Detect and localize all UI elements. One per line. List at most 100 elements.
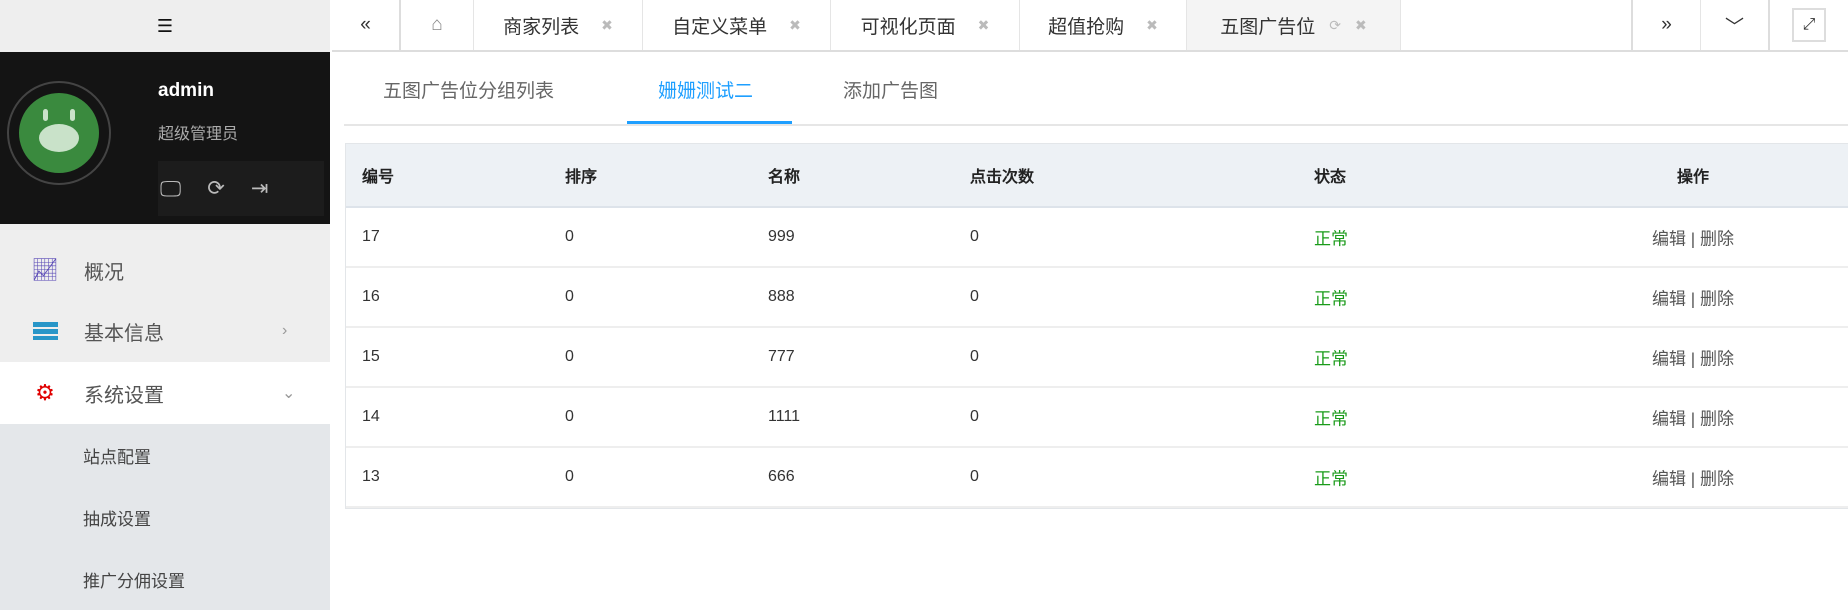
tab-label: 超值抢购 <box>1048 16 1125 38</box>
cell-clicks: 0 <box>970 408 979 425</box>
table-row: 15 0 777 0 正常 编辑 | 删除 <box>346 328 1848 388</box>
delete-link[interactable]: 删除 <box>1700 230 1734 249</box>
sidebar-item-label: 基本信息 <box>84 322 164 345</box>
menu-collapse-icon: ☰ <box>156 15 174 36</box>
edit-link[interactable]: 编辑 <box>1652 230 1686 249</box>
sub-tabs: 五图广告位分组列表 姗姗测试二 添加广告图 <box>344 60 1848 126</box>
actions: 编辑 | 删除 <box>1652 285 1734 310</box>
logout-icon[interactable]: ⇥ <box>251 176 269 201</box>
tab-label: 五图广告位 <box>1220 16 1316 38</box>
status-badge: 正常 <box>1314 289 1348 309</box>
tab-five-image-ad[interactable]: 五图广告位 ⟳ ✖ <box>1187 0 1401 50</box>
close-icon[interactable]: ✖ <box>1355 17 1367 34</box>
chart-line-icon: 📈︎ <box>31 257 59 282</box>
refresh-icon[interactable]: ⟳ <box>207 176 225 201</box>
cell-name: 777 <box>768 348 795 365</box>
sidebar-item-basic-info[interactable]: 基本信息 › <box>0 300 330 362</box>
edit-link[interactable]: 编辑 <box>1652 350 1686 369</box>
refresh-icon[interactable]: ⟳ <box>1329 17 1341 34</box>
scroll-right-button[interactable]: » <box>1631 0 1701 50</box>
home-icon: ⌂ <box>431 14 443 35</box>
table-row: 13 0 666 0 正常 编辑 | 删除 <box>346 448 1848 508</box>
col-header: 排序 <box>565 169 598 186</box>
cell-name: 1111 <box>768 408 801 425</box>
submenu-item[interactable]: 推广分佣设置 <box>0 548 330 610</box>
sidebar-item-overview[interactable]: 📈︎ 概况 <box>0 239 330 301</box>
cell-clicks: 0 <box>970 468 979 485</box>
active-tab-underline <box>627 121 792 124</box>
cell-sort: 0 <box>565 468 574 485</box>
cell-sort: 0 <box>565 348 574 365</box>
cell-clicks: 0 <box>970 288 979 305</box>
status-badge: 正常 <box>1314 349 1348 369</box>
cell-name: 999 <box>768 228 795 245</box>
sidebar-item-label: 概况 <box>84 261 124 284</box>
subtab-active[interactable]: 姗姗测试二 <box>658 76 753 103</box>
cell-sort: 0 <box>565 288 574 305</box>
tab-merchant-list[interactable]: 商家列表 ✖ <box>474 0 643 50</box>
status-badge: 正常 <box>1314 469 1348 489</box>
chevron-down-icon: ⌄ <box>282 385 296 402</box>
scroll-left-button[interactable]: « <box>332 0 401 50</box>
delete-link[interactable]: 删除 <box>1700 350 1734 369</box>
close-icon[interactable]: ✖ <box>978 17 990 34</box>
tab-super-deal[interactable]: 超值抢购 ✖ <box>1020 0 1187 50</box>
fullscreen-button[interactable]: ⤢ <box>1770 0 1848 50</box>
separator: | <box>1690 229 1696 249</box>
sidebar-item-system-settings[interactable]: ⚙ 系统设置 ⌄ <box>0 362 330 424</box>
server-icon <box>32 322 58 340</box>
edit-link[interactable]: 编辑 <box>1652 470 1686 489</box>
user-actions: 🖵 ⟳ ⇥ <box>158 161 324 216</box>
cell-clicks: 0 <box>970 228 979 245</box>
cell-name: 666 <box>768 468 795 485</box>
status-badge: 正常 <box>1314 229 1348 249</box>
close-icon[interactable]: ✖ <box>789 17 801 34</box>
delete-link[interactable]: 删除 <box>1700 290 1734 309</box>
actions: 编辑 | 删除 <box>1652 405 1734 430</box>
col-header: 操作 <box>1676 169 1710 186</box>
cell-sort: 0 <box>565 228 574 245</box>
gear-icon: ⚙ <box>35 380 55 405</box>
separator: | <box>1690 349 1696 369</box>
col-header: 名称 <box>768 169 801 186</box>
delete-link[interactable]: 删除 <box>1700 410 1734 429</box>
subtab-add-ad[interactable]: 添加广告图 <box>843 76 938 103</box>
table-row: 16 0 888 0 正常 编辑 | 删除 <box>346 268 1848 328</box>
tab-visual-page[interactable]: 可视化页面 ✖ <box>831 0 1020 50</box>
delete-link[interactable]: 删除 <box>1700 470 1734 489</box>
cell-id: 15 <box>362 348 380 365</box>
col-header: 编号 <box>362 169 395 186</box>
col-header: 状态 <box>1314 169 1347 186</box>
edit-link[interactable]: 编辑 <box>1652 290 1686 309</box>
close-icon[interactable]: ✖ <box>1146 17 1158 34</box>
tab-label: 可视化页面 <box>860 16 956 38</box>
double-chevron-left-icon: « <box>360 14 371 35</box>
close-icon[interactable]: ✖ <box>601 17 613 34</box>
separator: | <box>1690 469 1696 489</box>
sidebar-toggle-button[interactable]: ☰ <box>0 0 330 52</box>
actions: 编辑 | 删除 <box>1652 465 1734 490</box>
col-header: 点击次数 <box>970 169 1035 186</box>
subtab-group-list[interactable]: 五图广告位分组列表 <box>383 76 554 103</box>
table-header: 编号 排序 名称 点击次数 状态 操作 <box>346 144 1848 208</box>
tab-custom-menu[interactable]: 自定义菜单 ✖ <box>643 0 831 50</box>
chevron-down-icon: ﹀ <box>1724 16 1744 38</box>
edit-link[interactable]: 编辑 <box>1652 410 1686 429</box>
monitor-icon[interactable]: 🖵 <box>160 176 181 202</box>
submenu-item[interactable]: 站点配置 <box>0 424 330 486</box>
cell-id: 17 <box>362 228 380 245</box>
tab-bar: « ⌂ 商家列表 ✖ 自定义菜单 ✖ 可视化页面 ✖ 超值抢购 ✖ 五图广告位 ⟳ ✖ » … <box>332 0 1848 52</box>
data-table: 编号 排序 名称 点击次数 状态 操作 17 0 999 0 正常 编辑 | 删… <box>345 143 1848 509</box>
cell-sort: 0 <box>565 408 574 425</box>
cell-id: 16 <box>362 288 380 305</box>
tab-home[interactable]: ⌂ <box>401 0 474 50</box>
user-role: 超级管理员 <box>158 126 239 143</box>
tab-label: 商家列表 <box>503 16 580 38</box>
table-row: 17 0 999 0 正常 编辑 | 删除 <box>346 208 1848 268</box>
separator: | <box>1690 289 1696 309</box>
submenu-item[interactable]: 抽成设置 <box>0 486 330 548</box>
table-row: 14 0 1111 0 正常 编辑 | 删除 <box>346 388 1848 448</box>
status-badge: 正常 <box>1314 409 1348 429</box>
tab-options-button[interactable]: ﹀ <box>1701 0 1770 50</box>
double-chevron-right-icon: » <box>1661 14 1672 35</box>
